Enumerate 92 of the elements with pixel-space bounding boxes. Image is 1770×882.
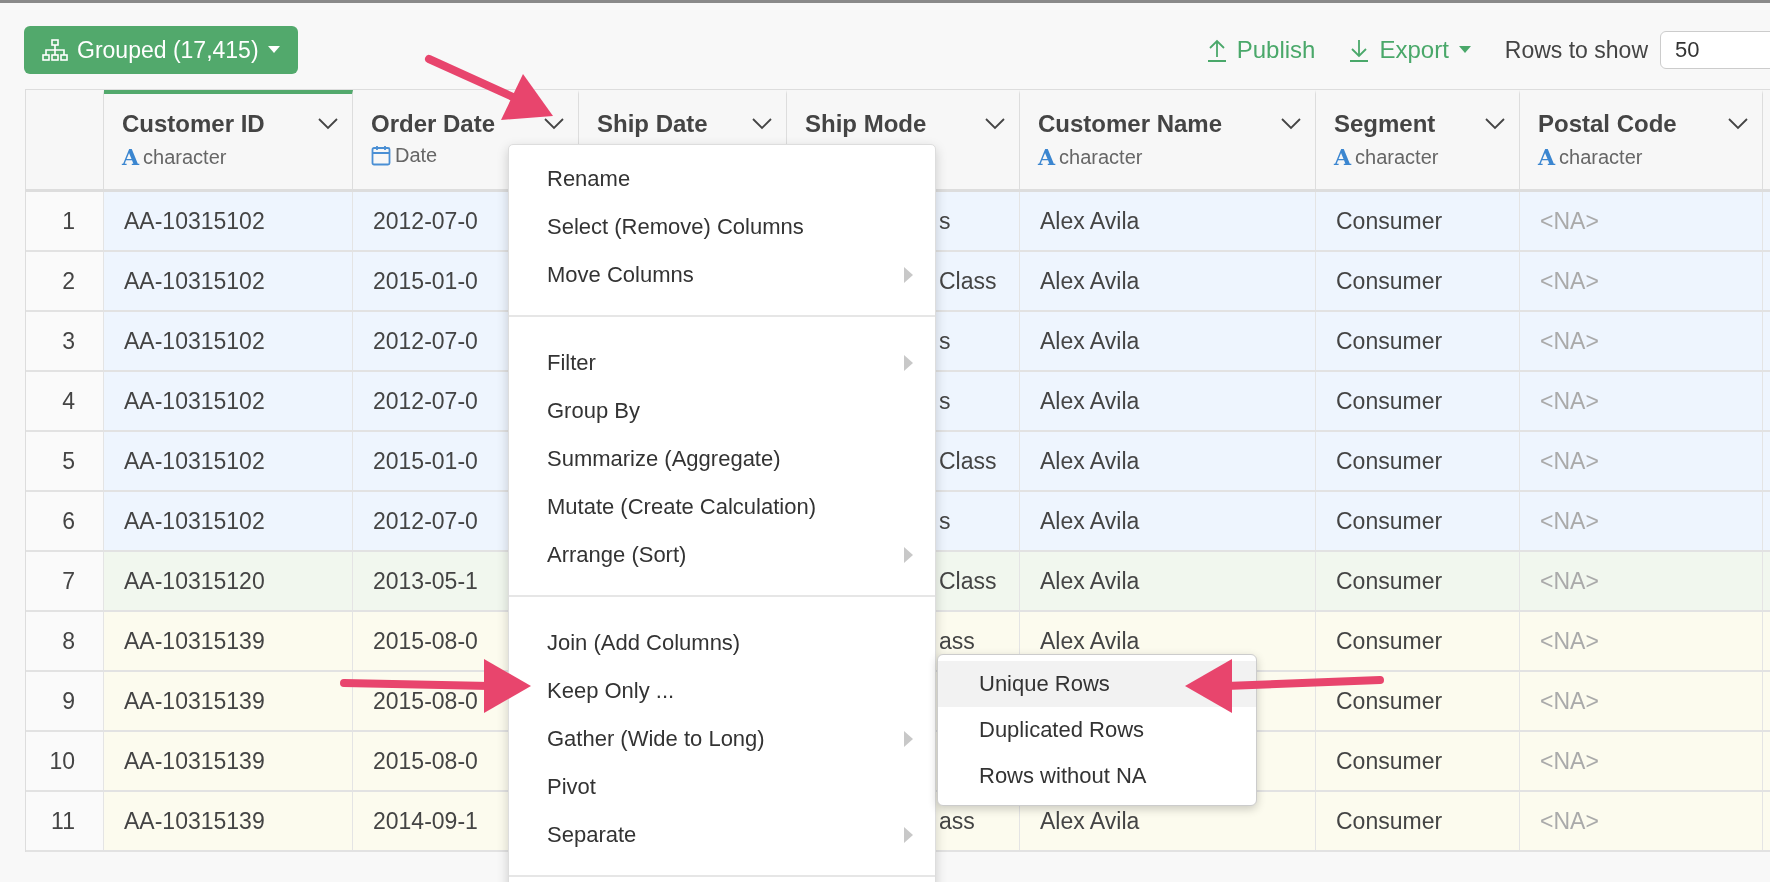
- table-cell: Alex Avila: [1020, 432, 1316, 490]
- table-cell: AA-10315102: [104, 372, 353, 430]
- column-type: character: [1355, 145, 1439, 169]
- table-cell: AA-10315120: [104, 552, 353, 610]
- row-number: 6: [26, 492, 104, 550]
- row-number: 10: [26, 732, 104, 790]
- submenu-arrow-icon: [904, 731, 913, 747]
- column-name: Order Date: [371, 110, 496, 138]
- table-cell: AA-10315139: [104, 672, 353, 730]
- column-type: Date: [395, 144, 438, 167]
- row-number: 3: [26, 312, 104, 370]
- row-number: 8: [26, 612, 104, 670]
- column-name: Postal Code: [1538, 110, 1677, 138]
- table-cell: Consumer: [1316, 192, 1520, 250]
- column-header[interactable]: Segment A character: [1316, 90, 1520, 189]
- table-cell: AA-10315139: [104, 792, 353, 850]
- table-cell: Consumer: [1316, 612, 1520, 670]
- table-cell: Consumer: [1316, 492, 1520, 550]
- chevron-down-icon[interactable]: [752, 118, 772, 130]
- rows-to-show-label: Rows to show: [1504, 36, 1648, 64]
- upload-icon: [1206, 38, 1227, 62]
- table-cell: <NA>: [1520, 192, 1763, 250]
- table-cell: Alex Avila: [1020, 312, 1316, 370]
- table-cell: AA-10315102: [104, 312, 353, 370]
- table-cell: Consumer: [1316, 372, 1520, 430]
- table-cell: AA-10315139: [104, 612, 353, 670]
- row-number: 7: [26, 552, 104, 610]
- table-cell: Alex Avila: [1020, 492, 1316, 550]
- table-cell: Consumer: [1316, 312, 1520, 370]
- column-type: character: [1559, 145, 1643, 169]
- type-icon: A: [1038, 144, 1056, 170]
- table-cell: <NA>: [1520, 312, 1763, 370]
- table-cell: Consumer: [1316, 252, 1520, 310]
- download-icon: [1349, 38, 1370, 62]
- type-icon: A: [122, 144, 140, 170]
- table-cell: Consumer: [1316, 672, 1520, 730]
- column-header[interactable]: Postal Code A character: [1520, 90, 1763, 189]
- table-cell: Consumer: [1316, 552, 1520, 610]
- row-number: 9: [26, 672, 104, 730]
- table-cell: <NA>: [1520, 252, 1763, 310]
- hierarchy-icon: [42, 39, 68, 61]
- table-cell: Alex Avila: [1020, 372, 1316, 430]
- row-number: 2: [26, 252, 104, 310]
- table-cell: <NA>: [1520, 792, 1763, 850]
- type-icon: A: [1538, 144, 1556, 170]
- menu-item[interactable]: Duplicated Rows: [938, 707, 1256, 753]
- submenu-arrow-icon: [904, 547, 913, 563]
- submenu-arrow-icon: [904, 827, 913, 843]
- table-cell: <NA>: [1520, 612, 1763, 670]
- chevron-down-icon[interactable]: [1485, 118, 1505, 130]
- chevron-down-icon[interactable]: [1728, 118, 1748, 130]
- table-cell: <NA>: [1520, 432, 1763, 490]
- menu-item[interactable]: Unique Rows: [938, 661, 1256, 707]
- row-number: 4: [26, 372, 104, 430]
- table-cell: Consumer: [1316, 432, 1520, 490]
- rows-to-show-field[interactable]: 50: [1660, 31, 1770, 69]
- caret-icon: [267, 46, 280, 54]
- table-cell: <NA>: [1520, 672, 1763, 730]
- table-cell: Consumer: [1316, 792, 1520, 850]
- column-name: Ship Mode: [805, 110, 927, 138]
- row-number: 1: [26, 192, 104, 250]
- row-number: 5: [26, 432, 104, 490]
- column-type: character: [143, 145, 227, 169]
- table-cell: AA-10315139: [104, 732, 353, 790]
- column-name: Customer ID: [122, 110, 265, 138]
- chevron-down-icon[interactable]: [318, 118, 338, 130]
- submenu-arrow-icon: [904, 355, 913, 371]
- calendar-icon: [371, 145, 391, 166]
- column-type: character: [1059, 145, 1143, 169]
- column-name: Customer Name: [1038, 110, 1223, 138]
- table-cell: AA-10315102: [104, 432, 353, 490]
- column-name: Segment: [1334, 110, 1436, 138]
- table-cell: <NA>: [1520, 732, 1763, 790]
- table-cell: Consumer: [1316, 732, 1520, 790]
- table-cell: <NA>: [1520, 492, 1763, 550]
- submenu-arrow-icon: [904, 267, 913, 283]
- table-cell: Alex Avila: [1020, 192, 1316, 250]
- row-number: 11: [26, 792, 104, 850]
- table-cell: Alex Avila: [1020, 552, 1316, 610]
- caret-icon: [1458, 46, 1471, 54]
- table-cell: <NA>: [1520, 372, 1763, 430]
- chevron-down-icon[interactable]: [985, 118, 1005, 130]
- table-cell: Alex Avila: [1020, 252, 1316, 310]
- table-cell: AA-10315102: [104, 492, 353, 550]
- table-cell: <NA>: [1520, 552, 1763, 610]
- type-icon: A: [1334, 144, 1352, 170]
- chevron-down-icon[interactable]: [1281, 118, 1301, 130]
- column-name: Ship Date: [597, 110, 708, 138]
- column-header[interactable]: Customer Name A character: [1020, 90, 1316, 189]
- chevron-down-icon[interactable]: [544, 118, 564, 130]
- table-cell: AA-10315102: [104, 192, 353, 250]
- table-cell: AA-10315102: [104, 252, 353, 310]
